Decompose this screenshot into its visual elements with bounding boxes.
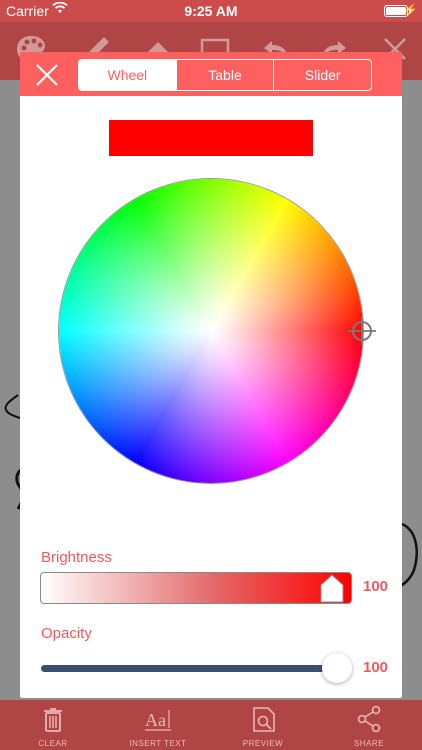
share-icon xyxy=(357,705,381,733)
dialog-header: Wheel Table Slider xyxy=(20,52,402,96)
selected-color-swatch xyxy=(109,120,313,156)
status-bar: Carrier 9:25 AM ⚡ xyxy=(0,0,422,22)
preview-button[interactable]: PREVIEW xyxy=(221,704,305,748)
picker-mode-tabs: Wheel Table Slider xyxy=(78,59,372,91)
share-label: SHARE xyxy=(353,739,385,748)
color-wheel-center xyxy=(59,179,363,483)
crosshair-icon[interactable] xyxy=(347,316,377,346)
tab-wheel[interactable]: Wheel xyxy=(79,60,176,90)
opacity-slider-track[interactable] xyxy=(41,665,337,672)
brightness-value: 100 xyxy=(363,578,389,595)
doodle-stroke xyxy=(4,394,21,419)
battery-icon xyxy=(384,5,411,17)
brightness-thumb[interactable] xyxy=(319,573,345,603)
insert-text-button[interactable]: Aa INSERT TEXT xyxy=(116,704,200,748)
clear-label: CLEAR xyxy=(38,739,68,748)
preview-icon xyxy=(253,707,275,732)
trash-icon xyxy=(44,708,62,732)
text-icon: Aa xyxy=(145,710,171,731)
clear-button[interactable]: CLEAR xyxy=(11,704,95,748)
svg-text:Aa: Aa xyxy=(145,710,166,730)
brightness-label: Brightness xyxy=(41,549,112,566)
color-picker-dialog: Wheel Table Slider Brightness 100 Opacit… xyxy=(20,52,402,698)
color-wheel[interactable] xyxy=(59,179,363,483)
preview-label: PREVIEW xyxy=(242,739,284,748)
brightness-slider[interactable] xyxy=(40,572,352,604)
bottom-toolbar: CLEAR Aa INSERT TEXT PREVIEW SHARE xyxy=(0,700,422,750)
tab-table[interactable]: Table xyxy=(175,60,274,90)
clock: 9:25 AM xyxy=(184,3,238,19)
opacity-thumb[interactable] xyxy=(322,653,352,683)
insert-text-label: INSERT TEXT xyxy=(129,739,187,748)
opacity-label: Opacity xyxy=(41,625,92,642)
close-icon[interactable] xyxy=(30,58,64,92)
share-button[interactable]: SHARE xyxy=(327,704,411,748)
opacity-value: 100 xyxy=(363,659,389,676)
tab-slider[interactable]: Slider xyxy=(273,60,371,90)
